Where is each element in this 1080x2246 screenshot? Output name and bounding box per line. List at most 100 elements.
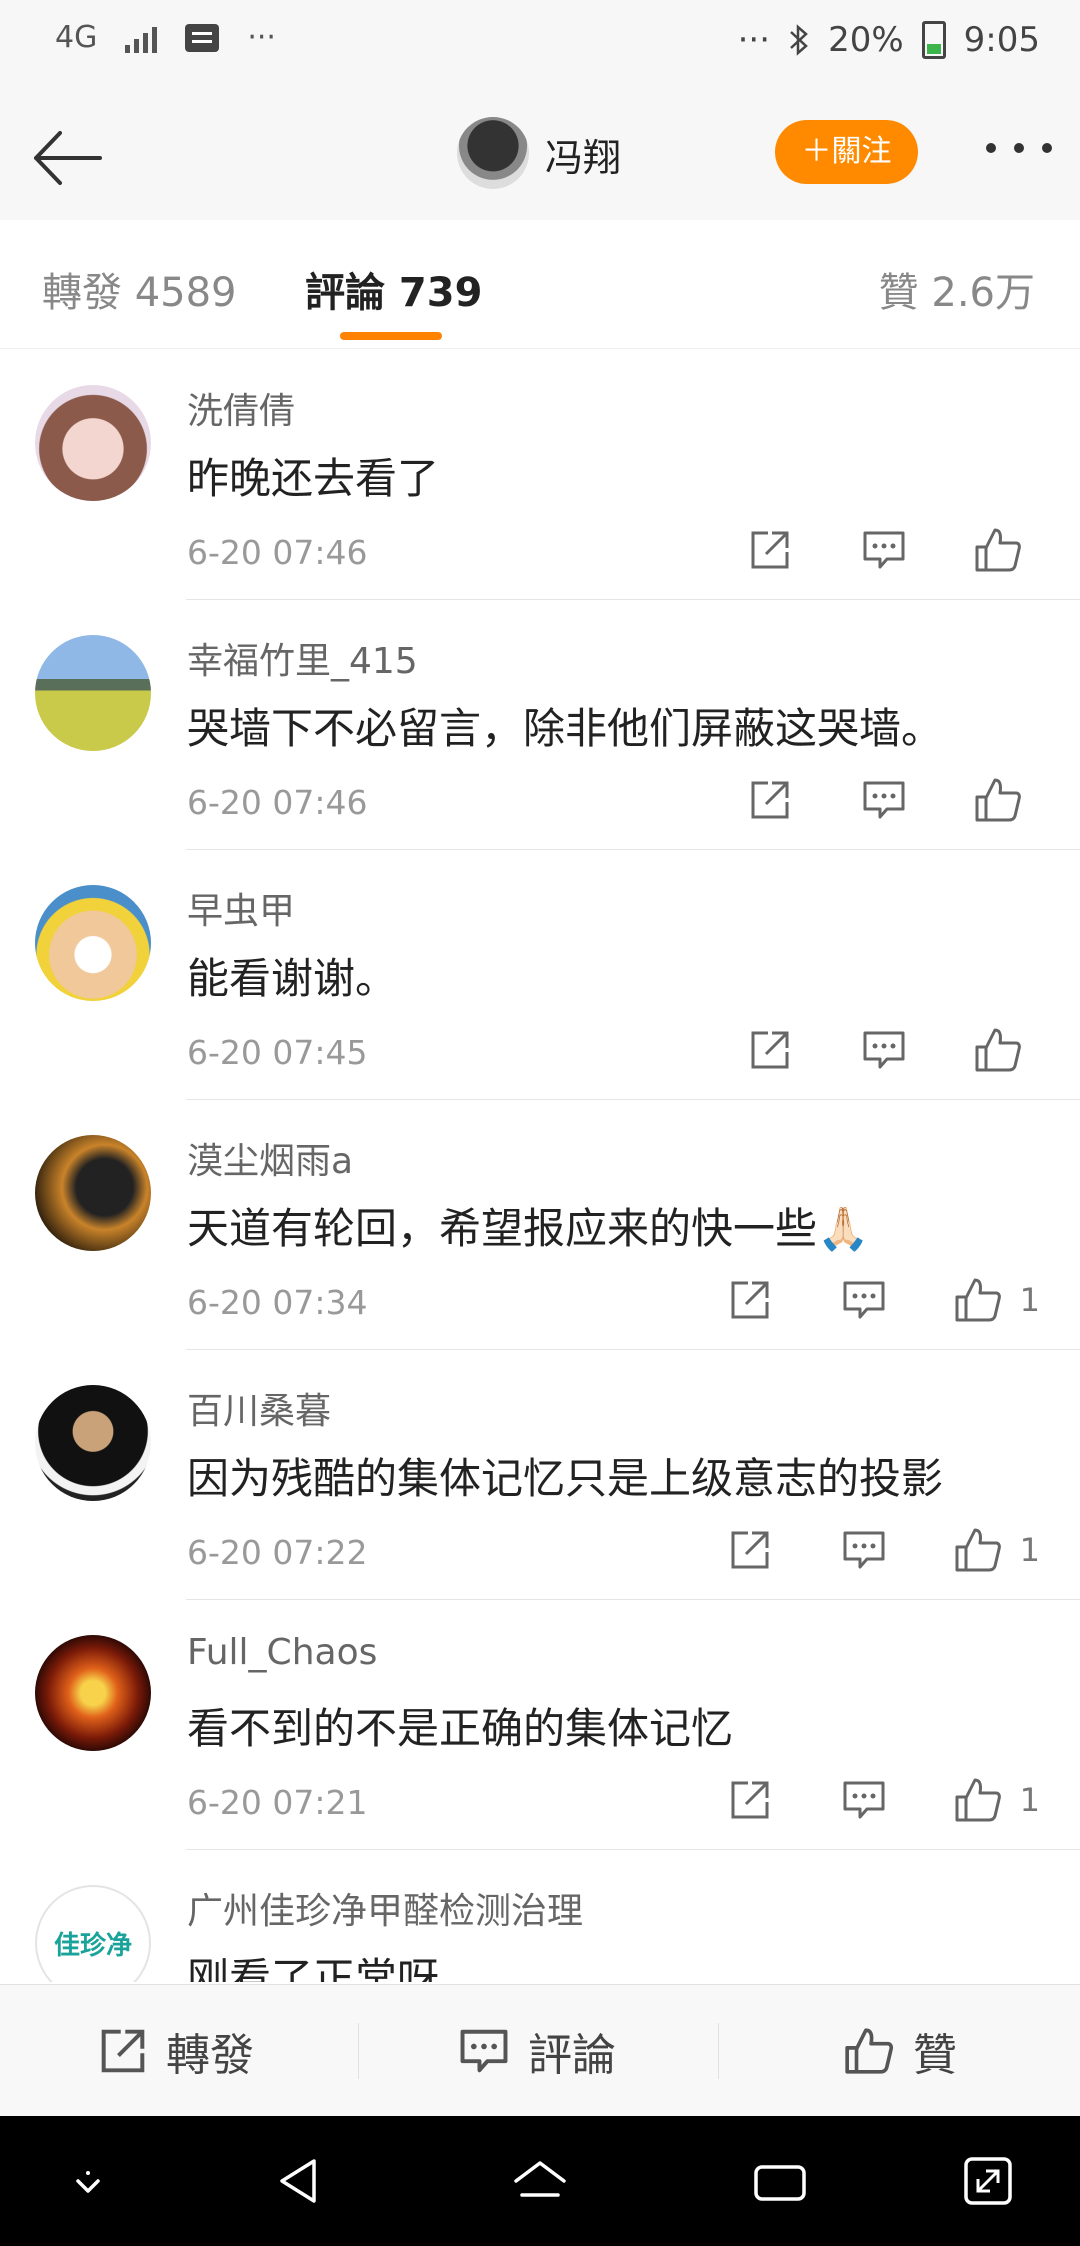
like-icon[interactable] (950, 1272, 1006, 1328)
comment-time: 6-20 07:21 (187, 1783, 368, 1822)
comment-item: 洗倩倩 昨晚还去看了 6-20 07:46 (0, 350, 1080, 600)
message-notification-icon (185, 23, 220, 52)
comment-time: 6-20 07:45 (187, 1033, 368, 1072)
commenter-avatar[interactable] (35, 885, 151, 1001)
reply-icon[interactable] (856, 772, 912, 828)
comment-button[interactable]: 評論 (458, 1985, 616, 2117)
like-count: 1 (1019, 1781, 1040, 1819)
share-icon[interactable] (742, 772, 798, 828)
tab-bar: 轉發 4589 評論 739 贊 2.6万 (0, 220, 1080, 349)
commenter-avatar[interactable] (35, 1135, 151, 1251)
profile-avatar[interactable] (457, 117, 529, 189)
follow-button[interactable]: ＋關注 (775, 120, 918, 184)
commenter-name[interactable]: 广州佳珍净甲醛检测治理 (187, 1882, 583, 1934)
commenter-name[interactable]: 幸福竹里_415 (187, 632, 418, 684)
share-icon[interactable] (742, 522, 798, 578)
comment-item: 佳珍净 广州佳珍净甲醛检测治理 刚看了正常呀 (0, 1850, 1080, 1982)
recent-apps-icon[interactable] (750, 2151, 810, 2211)
commenter-avatar[interactable] (35, 635, 151, 751)
tab-reposts[interactable]: 轉發 4589 (42, 260, 237, 318)
header: 冯翔 ＋關注 (0, 95, 1080, 221)
commenter-avatar[interactable]: 佳珍净 (35, 1885, 151, 1982)
like-icon[interactable] (950, 1522, 1006, 1578)
comment-text: 能看谢谢。 (187, 954, 398, 1003)
share-icon[interactable] (722, 1522, 778, 1578)
comment-actions (684, 772, 1040, 828)
more-options-icon[interactable] (986, 143, 1052, 153)
comment-time: 6-20 07:46 (187, 783, 368, 822)
comment-actions: 1 (664, 1522, 1040, 1578)
like-icon (845, 2028, 894, 2074)
reply-icon[interactable] (836, 1772, 892, 1828)
comment-actions: 1 (664, 1772, 1040, 1828)
comment-actions: 1 (664, 1272, 1040, 1328)
reply-icon[interactable] (836, 1522, 892, 1578)
divider (718, 2023, 719, 2079)
comment-text: 刚看了正常呀 (187, 1954, 440, 1982)
comment-list: 洗倩倩 昨晚还去看了 6-20 07:46 幸福竹里_415 哭墙下不必留言，除… (0, 350, 1080, 1982)
reply-icon[interactable] (856, 522, 912, 578)
share-icon[interactable] (742, 1022, 798, 1078)
commenter-name[interactable]: 洗倩倩 (187, 382, 295, 434)
comment-item: 幸福竹里_415 哭墙下不必留言，除非他们屏蔽这哭墙。 6-20 07:46 (0, 600, 1080, 850)
comment-time: 6-20 07:46 (187, 533, 368, 572)
home-icon[interactable] (510, 2151, 570, 2211)
comment-item: 早虫甲 能看谢谢。 6-20 07:45 (0, 850, 1080, 1100)
repost-button[interactable]: 轉發 (98, 1985, 254, 2117)
like-count: 1 (1019, 1281, 1040, 1319)
expand-icon[interactable] (958, 2151, 1018, 2211)
like-icon[interactable] (970, 772, 1026, 828)
like-button[interactable]: 贊 (843, 1985, 957, 2117)
like-icon[interactable] (950, 1772, 1006, 1828)
bottom-action-bar: 轉發 評論 贊 (0, 1984, 1080, 2117)
share-icon[interactable] (722, 1772, 778, 1828)
share-icon[interactable] (722, 1272, 778, 1328)
comment-item: Full_Chaos 看不到的不是正确的集体记忆 6-20 07:21 1 (0, 1600, 1080, 1850)
status-dots-left: ··· (247, 20, 276, 55)
reply-icon (460, 2029, 508, 2073)
chevron-down-icon[interactable] (58, 2151, 118, 2211)
status-dots-right: ··· (737, 20, 771, 60)
avatar-logo-text: 佳珍净 (53, 1930, 132, 1961)
clock: 9:05 (963, 20, 1040, 60)
like-icon[interactable] (970, 522, 1026, 578)
active-tab-indicator (340, 332, 442, 340)
back-triangle-icon[interactable] (270, 2151, 330, 2211)
divider (358, 2023, 359, 2079)
comment-item: 百川桑暮 因为残酷的集体记忆只是上级意志的投影 6-20 07:22 1 (0, 1350, 1080, 1600)
comment-label: 評論 (528, 2030, 616, 2081)
comment-actions (684, 1022, 1040, 1078)
reply-icon[interactable] (856, 1022, 912, 1078)
bluetooth-icon (790, 24, 808, 56)
share-icon (101, 2029, 145, 2073)
like-icon[interactable] (970, 1022, 1026, 1078)
comment-text: 看不到的不是正确的集体记忆 (187, 1704, 734, 1753)
battery-percent: 20% (828, 20, 904, 60)
comment-time: 6-20 07:34 (187, 1283, 368, 1322)
repost-label: 轉發 (166, 2030, 254, 2081)
reply-icon[interactable] (836, 1272, 892, 1328)
system-nav-bar (0, 2116, 1080, 2246)
status-bar: 4G ··· ··· 20% 9:05 (0, 0, 1080, 95)
tab-likes[interactable]: 贊 2.6万 (879, 260, 1035, 318)
profile-name[interactable]: 冯翔 (545, 127, 621, 182)
comment-actions (684, 522, 1040, 578)
commenter-avatar[interactable] (35, 1385, 151, 1501)
comment-text: 天道有轮回，希望报应来的快一些🙏🏻 (187, 1204, 870, 1253)
back-arrow-icon[interactable] (28, 123, 108, 193)
commenter-name[interactable]: 漠尘烟雨a (187, 1132, 353, 1184)
comment-text: 昨晚还去看了 (187, 454, 440, 503)
commenter-avatar[interactable] (35, 1635, 151, 1751)
signal-icon (125, 23, 158, 53)
battery-icon (921, 21, 946, 59)
commenter-name[interactable]: 早虫甲 (187, 882, 295, 934)
like-count: 1 (1019, 1531, 1040, 1569)
like-label: 贊 (913, 2030, 957, 2081)
tab-comments[interactable]: 評論 739 (305, 260, 482, 318)
commenter-name[interactable]: Full_Chaos (187, 1632, 377, 1673)
commenter-name[interactable]: 百川桑暮 (187, 1382, 331, 1434)
comment-time: 6-20 07:22 (187, 1533, 368, 1572)
network-indicator: 4G (55, 20, 98, 55)
comment-text: 哭墙下不必留言，除非他们屏蔽这哭墙。 (187, 704, 944, 753)
commenter-avatar[interactable] (35, 385, 151, 501)
